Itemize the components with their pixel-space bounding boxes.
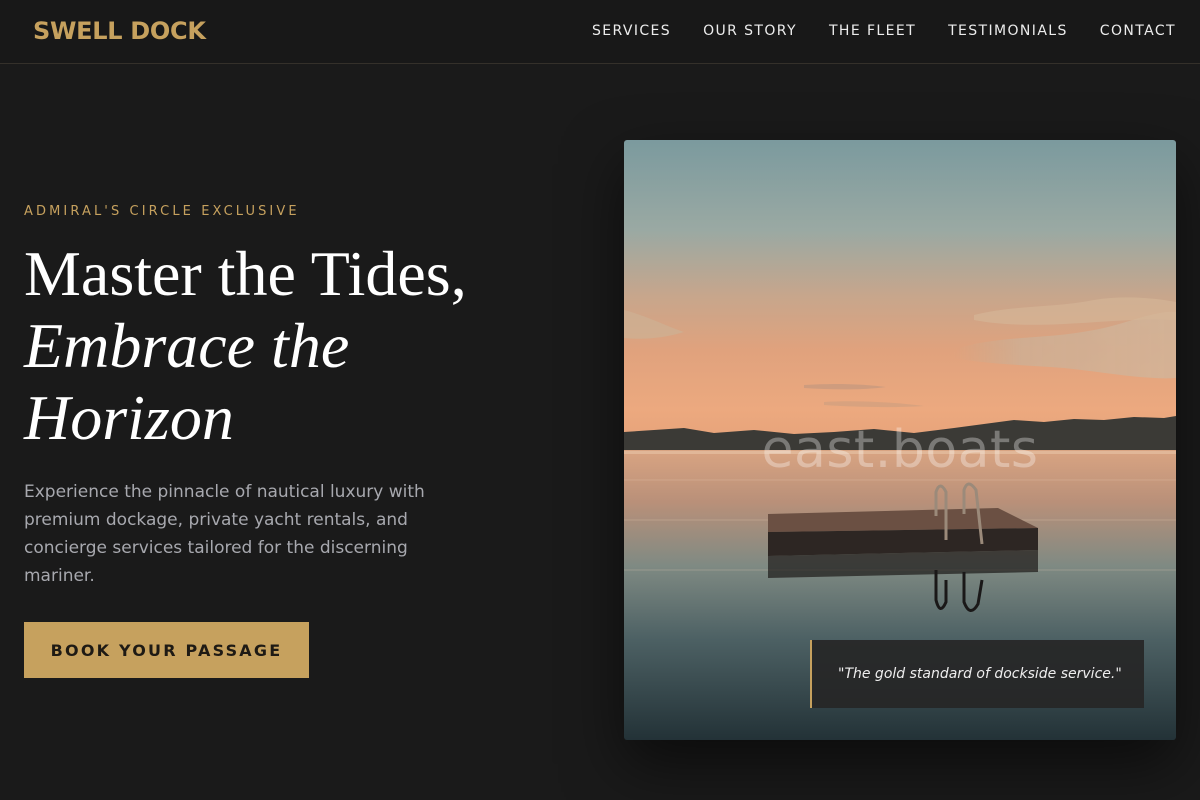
testimonial-quote-card: "The gold standard of dockside service."	[810, 640, 1144, 708]
nav-link-our-story[interactable]: OUR STORY	[703, 21, 797, 41]
nav-link-contact[interactable]: CONTACT	[1100, 21, 1176, 41]
hero-image: east.boats "The gold standard of docksid…	[624, 140, 1176, 740]
book-passage-button[interactable]: BOOK YOUR PASSAGE	[24, 622, 309, 678]
headline-line-3: Horizon	[24, 382, 234, 453]
nav-links: SERVICES OUR STORY THE FLEET TESTIMONIAL…	[592, 21, 1176, 41]
hero-eyebrow: ADMIRAL'S CIRCLE EXCLUSIVE	[24, 204, 300, 219]
top-nav: SWELL DOCK SERVICES OUR STORY THE FLEET …	[0, 0, 1200, 64]
headline-line-2: Embrace the	[24, 310, 350, 381]
nav-link-the-fleet[interactable]: THE FLEET	[829, 21, 916, 41]
nav-link-testimonials[interactable]: TESTIMONIALS	[948, 21, 1068, 41]
brand-logo[interactable]: SWELL DOCK	[33, 16, 206, 46]
image-watermark: east.boats	[761, 420, 1039, 480]
nav-link-services[interactable]: SERVICES	[592, 21, 671, 41]
hero-description: Experience the pinnacle of nautical luxu…	[24, 482, 425, 586]
headline-line-1: Master the Tides,	[24, 238, 467, 309]
hero-headline: Master the Tides, Embrace the Horizon	[24, 238, 584, 454]
testimonial-quote: "The gold standard of dockside service."	[838, 666, 1122, 682]
